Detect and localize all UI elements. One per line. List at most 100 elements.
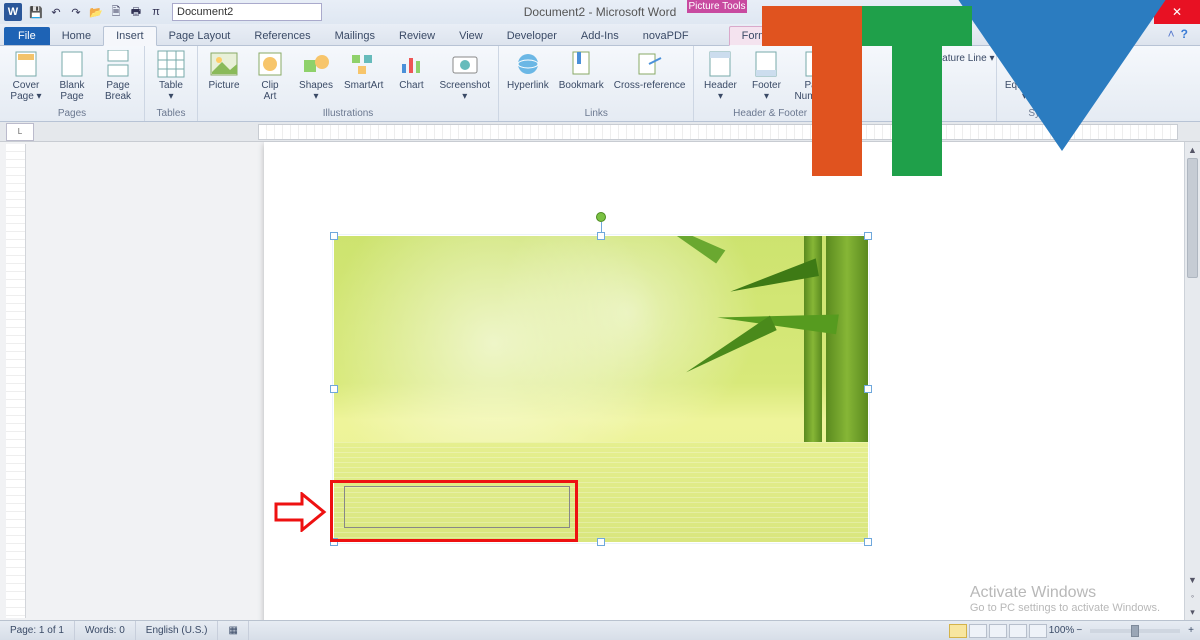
word-icon: W xyxy=(4,3,22,21)
tab-references[interactable]: References xyxy=(242,27,322,45)
ruler-row: L xyxy=(0,122,1200,142)
view-web-layout[interactable] xyxy=(989,624,1007,638)
print-icon[interactable]: 🖶 xyxy=(128,4,144,20)
vertical-ruler[interactable] xyxy=(6,144,26,618)
zoom-slider[interactable] xyxy=(1090,629,1180,633)
crossref-button[interactable]: Cross-reference xyxy=(612,48,688,93)
document-name-dropdown[interactable]: Document2 xyxy=(172,3,322,21)
resize-handle-w[interactable] xyxy=(330,385,338,393)
tab-file[interactable]: File xyxy=(4,27,50,45)
cover-page-button[interactable]: Cover Page ▾ xyxy=(6,48,46,104)
page-break-button[interactable]: Page Break xyxy=(98,48,138,104)
scroll-track[interactable] xyxy=(1185,158,1200,572)
hyperlink-button[interactable]: Hyperlink xyxy=(505,48,551,93)
scroll-down-icon[interactable]: ▼ xyxy=(1185,572,1200,588)
next-page-icon[interactable]: ▾ xyxy=(1185,604,1200,620)
close-button[interactable]: ✕ xyxy=(1154,0,1200,24)
group-illustrations: Picture Clip Art Shapes ▾ SmartArt Chart… xyxy=(198,46,499,121)
resize-handle-nw[interactable] xyxy=(330,232,338,240)
footer-button[interactable]: Footer ▾ xyxy=(746,48,786,104)
browse-object-icon[interactable]: ◦ xyxy=(1185,588,1200,604)
signature-line-button[interactable]: ✒Signature Line ▾ xyxy=(902,50,996,66)
tab-selector[interactable]: L xyxy=(6,123,34,141)
page-scroll-area[interactable] xyxy=(26,142,1184,620)
redo-icon[interactable]: ↷ xyxy=(68,4,84,20)
new-icon[interactable]: 🗎 xyxy=(108,4,124,20)
tab-addins[interactable]: Add-Ins xyxy=(569,27,631,45)
activate-windows-watermark: Activate Windows Go to PC settings to ac… xyxy=(970,584,1160,614)
tab-page-layout[interactable]: Page Layout xyxy=(157,27,243,45)
tab-view[interactable]: View xyxy=(447,27,495,45)
symbol-button[interactable]: ΩSymbol ▾ xyxy=(1052,48,1092,104)
view-full-screen[interactable] xyxy=(969,624,987,638)
status-language[interactable]: English (U.S.) xyxy=(136,621,219,640)
pi-icon[interactable]: π xyxy=(148,4,164,20)
resize-handle-e[interactable] xyxy=(864,385,872,393)
pagenumber-button[interactable]: #Page Number ▾ xyxy=(792,48,839,104)
resize-handle-s[interactable] xyxy=(597,538,605,546)
equation-button[interactable]: πEquation ▾ xyxy=(1003,48,1046,104)
help-icon[interactable]: ? xyxy=(1181,27,1188,41)
group-label-links: Links xyxy=(505,108,687,121)
tab-mailings[interactable]: Mailings xyxy=(323,27,387,45)
textbox-inside-picture[interactable] xyxy=(344,486,570,528)
shapes-button[interactable]: Shapes ▾ xyxy=(296,48,336,104)
scroll-up-icon[interactable]: ▲ xyxy=(1185,142,1200,158)
status-page[interactable]: Page: 1 of 1 xyxy=(0,621,75,640)
group-headerfooter: Header ▾ Footer ▾ #Page Number ▾ Header … xyxy=(694,46,846,121)
window-title: Document2 - Microsoft Word xyxy=(524,5,677,19)
tab-format[interactable]: Format xyxy=(729,26,790,46)
inserted-picture[interactable] xyxy=(334,236,868,542)
status-words[interactable]: Words: 0 xyxy=(75,621,136,640)
minimize-button[interactable]: — xyxy=(1078,0,1116,24)
tab-home[interactable]: Home xyxy=(50,27,103,45)
group-label-headerfooter: Header & Footer xyxy=(700,108,839,121)
view-outline[interactable] xyxy=(1009,624,1027,638)
quick-access-toolbar: 💾 ↶ ↷ 📂 🗎 🖶 π Document2 xyxy=(26,3,322,21)
maximize-button[interactable]: ▭ xyxy=(1116,0,1154,24)
zoom-in-icon[interactable]: + xyxy=(1188,625,1194,636)
svg-text:#: # xyxy=(814,66,819,75)
vertical-scrollbar[interactable]: ▲ ▼ ◦ ▾ xyxy=(1184,142,1200,620)
rotation-handle[interactable] xyxy=(596,212,606,222)
tab-insert[interactable]: Insert xyxy=(103,26,157,46)
picture-button[interactable]: Picture xyxy=(204,48,244,104)
titlebar: W 💾 ↶ ↷ 📂 🗎 🖶 π Document2 Document2 - Mi… xyxy=(0,0,1200,24)
context-tools-label: Picture Tools xyxy=(687,0,747,13)
open-icon[interactable]: 📂 xyxy=(88,4,104,20)
bookmark-button[interactable]: Bookmark xyxy=(557,48,606,93)
group-pages: Cover Page ▾ Blank Page Page Break Pages xyxy=(0,46,145,121)
group-links: Hyperlink Bookmark Cross-reference Links xyxy=(499,46,694,121)
group-symbols: πEquation ▾ ΩSymbol ▾ Symbols xyxy=(997,46,1098,121)
undo-icon[interactable]: ↶ xyxy=(48,4,64,20)
resize-handle-sw[interactable] xyxy=(330,538,338,546)
resize-handle-se[interactable] xyxy=(864,538,872,546)
tab-review[interactable]: Review xyxy=(387,27,447,45)
table-button[interactable]: Table ▾ xyxy=(151,48,191,104)
minimize-ribbon-icon[interactable]: ˄ xyxy=(1168,27,1175,41)
watermark-subtitle: Go to PC settings to activate Windows. xyxy=(970,602,1160,614)
group-label-text: Text xyxy=(853,108,990,121)
chart-button[interactable]: Chart xyxy=(391,48,431,104)
resize-handle-n[interactable] xyxy=(597,232,605,240)
status-zoom[interactable]: 100% xyxy=(1049,625,1075,636)
save-icon[interactable]: 💾 xyxy=(28,4,44,20)
clipart-button[interactable]: Clip Art xyxy=(250,48,290,104)
page xyxy=(264,142,1184,620)
zoom-knob[interactable] xyxy=(1131,625,1139,637)
view-print-layout[interactable] xyxy=(949,624,967,638)
status-macro-icon[interactable]: ▦ xyxy=(218,621,248,640)
view-draft[interactable] xyxy=(1029,624,1047,638)
watermark-title: Activate Windows xyxy=(970,584,1160,602)
blank-page-button[interactable]: Blank Page xyxy=(52,48,92,104)
zoom-out-icon[interactable]: − xyxy=(1076,625,1082,636)
smartart-button[interactable]: SmartArt xyxy=(342,48,385,104)
scroll-thumb[interactable] xyxy=(1187,158,1198,278)
screenshot-button[interactable]: Screenshot ▾ xyxy=(437,48,492,104)
tab-novapdf[interactable]: novaPDF xyxy=(631,27,701,45)
resize-handle-ne[interactable] xyxy=(864,232,872,240)
header-button[interactable]: Header ▾ xyxy=(700,48,740,104)
horizontal-ruler[interactable] xyxy=(258,124,1178,140)
group-label-tables: Tables xyxy=(151,108,191,121)
tab-developer[interactable]: Developer xyxy=(495,27,569,45)
